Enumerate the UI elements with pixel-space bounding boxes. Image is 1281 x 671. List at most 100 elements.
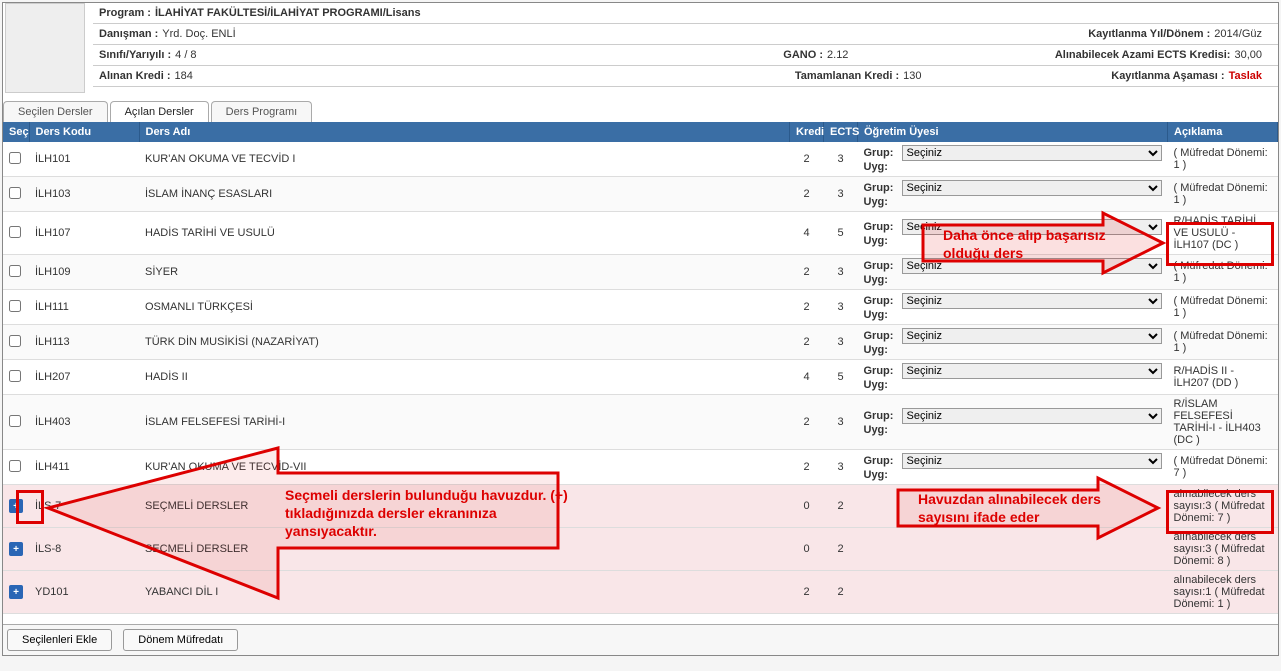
- table-row: İLH103İSLAM İNANÇ ESASLARI23Grup:Seçiniz…: [3, 177, 1278, 212]
- uyg-label: Uyg:: [864, 274, 902, 286]
- course-code: İLH101: [29, 142, 139, 177]
- uyg-label: Uyg:: [864, 379, 902, 391]
- course-ogretim: [858, 571, 1168, 614]
- azami-value: 30,00: [1234, 49, 1262, 61]
- grup-label: Grup:: [864, 365, 902, 377]
- course-kredi: 0: [790, 485, 824, 528]
- expand-icon[interactable]: +: [9, 585, 23, 599]
- col-kod: Ders Kodu: [29, 122, 139, 142]
- course-code: İLH207: [29, 360, 139, 395]
- course-aciklama: ( Müfredat Dönemi: 1 ): [1168, 290, 1278, 325]
- select-checkbox[interactable]: [9, 335, 21, 347]
- asama-label: Kayıtlanma Aşaması :: [1111, 70, 1224, 82]
- course-ects: 3: [824, 255, 858, 290]
- uyg-label: Uyg:: [864, 469, 902, 481]
- course-kredi: 2: [790, 395, 824, 450]
- select-checkbox[interactable]: [9, 152, 21, 164]
- tab-secilen[interactable]: Seçilen Dersler: [3, 101, 108, 122]
- course-ogretim: Grup:SeçinizUyg:: [858, 290, 1168, 325]
- course-code: İLH109: [29, 255, 139, 290]
- course-ects: 3: [824, 177, 858, 212]
- course-kredi: 4: [790, 360, 824, 395]
- footer-bar: Seçilenleri Ekle Dönem Müfredatı: [3, 624, 1278, 655]
- annotation-text-2: Seçmeli derslerin bulunduğu havuzdur. (+…: [285, 486, 590, 541]
- col-ad: Ders Adı: [139, 122, 790, 142]
- col-ects: ECTS: [824, 122, 858, 142]
- select-checkbox[interactable]: [9, 370, 21, 382]
- alinan-value: 184: [175, 70, 193, 82]
- course-ects: 5: [824, 360, 858, 395]
- sinif-label: Sınıfı/Yarıyılı :: [99, 49, 171, 61]
- select-checkbox[interactable]: [9, 460, 21, 472]
- app-frame: Program : İLAHİYAT FAKÜLTESİ/İLAHİYAT PRO…: [2, 2, 1279, 656]
- grup-label: Grup:: [864, 221, 902, 233]
- grup-select[interactable]: Seçiniz: [902, 293, 1162, 309]
- sinif-value: 4 / 8: [175, 49, 196, 61]
- course-kredi: 4: [790, 212, 824, 255]
- course-ects: 5: [824, 212, 858, 255]
- grup-label: Grup:: [864, 410, 902, 422]
- tab-acilan[interactable]: Açılan Dersler: [110, 101, 209, 122]
- tabs: Seçilen Dersler Açılan Dersler Ders Prog…: [3, 101, 1278, 122]
- select-checkbox[interactable]: [9, 187, 21, 199]
- course-ogretim: Grup:SeçinizUyg:: [858, 360, 1168, 395]
- course-aciklama: alınabilecek ders sayısı:1 ( Müfredat Dö…: [1168, 571, 1278, 614]
- gano-label: GANO :: [783, 49, 823, 61]
- course-aciklama: ( Müfredat Dönemi: 7 ): [1168, 450, 1278, 485]
- grup-label: Grup:: [864, 330, 902, 342]
- expand-icon[interactable]: +: [9, 542, 23, 556]
- azami-label: Alınabilecek Azami ECTS Kredisi:: [1055, 49, 1231, 61]
- course-ogretim: Grup:SeçinizUyg:: [858, 325, 1168, 360]
- course-aciklama: ( Müfredat Dönemi: 1 ): [1168, 255, 1278, 290]
- course-ects: 2: [824, 485, 858, 528]
- mufredat-button[interactable]: Dönem Müfredatı: [123, 629, 238, 651]
- grup-select[interactable]: Seçiniz: [902, 453, 1162, 469]
- select-checkbox[interactable]: [9, 300, 21, 312]
- course-ects: 3: [824, 325, 858, 360]
- course-ects: 3: [824, 395, 858, 450]
- tamamlanan-label: Tamamlanan Kredi :: [795, 70, 899, 82]
- course-code: İLH107: [29, 212, 139, 255]
- ekle-button[interactable]: Seçilenleri Ekle: [7, 629, 112, 651]
- course-code: İLH111: [29, 290, 139, 325]
- grup-select[interactable]: Seçiniz: [902, 328, 1162, 344]
- course-aciklama: ( Müfredat Dönemi: 1 ): [1168, 325, 1278, 360]
- course-aciklama: alınabilecek ders sayısı:3 ( Müfredat Dö…: [1168, 528, 1278, 571]
- program-value: İLAHİYAT FAKÜLTESİ/İLAHİYAT PROGRAMI/Lis…: [155, 7, 421, 19]
- col-sec: Seç: [3, 122, 29, 142]
- tab-program[interactable]: Ders Programı: [211, 101, 313, 122]
- program-label: Program :: [99, 7, 151, 19]
- course-code: İLH103: [29, 177, 139, 212]
- course-name: HADİS II: [139, 360, 790, 395]
- grup-select[interactable]: Seçiniz: [902, 145, 1162, 161]
- danisman-label: Danışman :: [99, 28, 158, 40]
- grup-select[interactable]: Seçiniz: [902, 180, 1162, 196]
- uyg-label: Uyg:: [864, 235, 902, 247]
- kayit-yd-value: 2014/Güz: [1214, 28, 1262, 40]
- course-ects: 3: [824, 142, 858, 177]
- course-ogretim: Grup:SeçinizUyg:: [858, 395, 1168, 450]
- course-kredi: 2: [790, 255, 824, 290]
- course-aciklama: R/HADİS TARİHİ VE USULÜ - İLH107 (DC ): [1168, 212, 1278, 255]
- grup-select[interactable]: Seçiniz: [902, 363, 1162, 379]
- select-checkbox[interactable]: [9, 415, 21, 427]
- grup-label: Grup:: [864, 260, 902, 272]
- col-ac: Açıklama: [1168, 122, 1278, 142]
- uyg-label: Uyg:: [864, 309, 902, 321]
- course-kredi: 2: [790, 177, 824, 212]
- table-row: İLH101KUR'AN OKUMA VE TECVİD I23Grup:Seç…: [3, 142, 1278, 177]
- course-aciklama: R/İSLAM FELSEFESİ TARİHİ-I - İLH403 (DC …: [1168, 395, 1278, 450]
- col-kredi: Kredi: [790, 122, 824, 142]
- student-header: Program : İLAHİYAT FAKÜLTESİ/İLAHİYAT PRO…: [3, 3, 1278, 93]
- uyg-label: Uyg:: [864, 424, 902, 436]
- table-row: İLH207HADİS II45Grup:SeçinizUyg:R/HADİS …: [3, 360, 1278, 395]
- grup-select[interactable]: Seçiniz: [902, 408, 1162, 424]
- grup-label: Grup:: [864, 147, 902, 159]
- select-checkbox[interactable]: [9, 226, 21, 238]
- course-kredi: 2: [790, 450, 824, 485]
- select-checkbox[interactable]: [9, 265, 21, 277]
- grup-label: Grup:: [864, 295, 902, 307]
- expand-icon[interactable]: +: [9, 499, 23, 513]
- course-kredi: 2: [790, 290, 824, 325]
- course-ects: 2: [824, 528, 858, 571]
